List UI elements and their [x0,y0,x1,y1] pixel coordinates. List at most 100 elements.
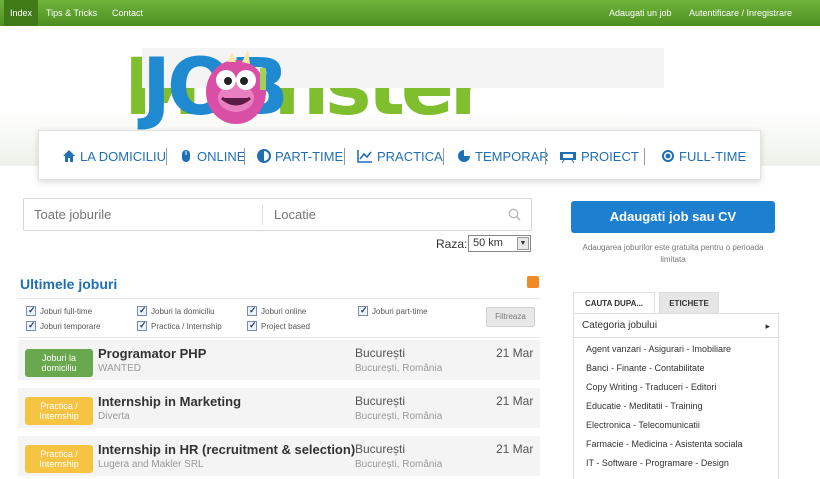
filter-label: Joburi la domiciliu [151,307,215,316]
chart-icon [357,150,372,163]
category-list-item[interactable]: Educatie - Meditatii - Training [586,401,703,411]
category-label: ONLINE [197,149,246,164]
projector-icon [560,152,576,163]
divider [344,148,345,165]
filter-temporare[interactable]: Joburi temporare [26,320,101,333]
filter-full-time[interactable]: Joburi full-time [26,305,93,318]
category-list-item[interactable]: Agent vanzari - Asigurari - Imobiliare [586,344,731,354]
sidebar-tabs: CAUTA DUPA... ETICHETE [573,292,779,314]
job-company: WANTED [98,363,141,374]
category-la-domiciliu[interactable]: LA DOMICILIU [62,148,166,166]
category-part-time[interactable]: PART-TIME [257,148,343,166]
filter-label: Practica / Internship [151,322,222,331]
job-title[interactable]: Internship in HR (recruitment & selectio… [98,442,355,457]
job-city: București [355,346,406,360]
job-type-badge: Joburi la domiciliu [25,349,93,377]
filter-online[interactable]: Joburi online [247,305,307,318]
divider [644,148,645,165]
category-full-time[interactable]: FULL-TIME [661,148,746,166]
category-list-item[interactable]: IT - Software - Programare - Design [586,458,729,468]
filter-label: Project based [261,322,310,331]
nav-tips-tricks[interactable]: Tips & Tricks [40,0,103,26]
filter-label: Joburi temporare [40,322,101,331]
category-online[interactable]: ONLINE [179,148,245,166]
divider [166,148,167,165]
checkbox-checked-icon[interactable] [358,305,368,316]
home-icon [63,150,75,162]
search-icon[interactable] [508,208,521,221]
divider [244,148,245,165]
job-date: 21 Mar [496,394,534,408]
chevron-down-icon[interactable]: ▼ [517,237,529,250]
latest-jobs-title: Ultimele joburi [20,276,118,292]
mouse-icon [182,150,190,162]
job-date: 21 Mar [496,346,534,360]
add-job-cv-button[interactable]: Adaugati job sau CV [571,201,775,233]
category-label: PART-TIME [275,149,344,164]
checkbox-checked-icon[interactable] [137,305,147,316]
filter-part-time[interactable]: Joburi part-time [358,305,428,318]
category-practica[interactable]: PRACTICA [357,148,443,166]
nav-index[interactable]: Index [4,0,39,26]
filter-label: Joburi online [261,307,307,316]
category-list-item[interactable]: Banci - Finante - Contabilitate [586,363,705,373]
checkbox-checked-icon[interactable] [26,305,36,316]
radius-label: Raza: [436,237,468,251]
filter-label: Joburi full-time [40,307,93,316]
divider [262,205,263,225]
filter-button[interactable]: Filtreaza [486,307,535,327]
divider [443,148,444,165]
nav-add-job[interactable]: Adaugati un job [603,0,678,26]
job-company: Lugera and Makler SRL [98,459,204,470]
search-box [23,198,532,231]
category-select-label: Categoria jobului [582,320,658,331]
category-bar: LA DOMICILIU ONLINE PART-TIME PRACTICA T… [38,130,761,180]
filter-label: Joburi part-time [372,307,428,316]
job-row[interactable]: Joburi la domiciliu Programator PHP WANT… [18,340,540,380]
category-list: Agent vanzari - Asigurari - Imobiliare B… [573,339,779,479]
top-navigation-bar: Index Tips & Tricks Contact Adaugati un … [0,0,820,26]
radius-select[interactable]: 50 km ▼ [468,235,531,252]
job-title[interactable]: Internship in Marketing [98,394,241,409]
category-list-item[interactable]: Copy Writing - Traduceri - Editori [586,382,716,392]
chevron-right-icon: ▸ [765,321,770,331]
checkbox-checked-icon[interactable] [247,305,257,316]
filter-project-based[interactable]: Project based [247,320,310,333]
category-temporar[interactable]: TEMPORAR [457,148,549,166]
job-filters: Joburi full-time Joburi la domiciliu Job… [18,298,540,338]
nav-login-register[interactable]: Autentificare / Inregistrare [683,0,798,26]
job-title[interactable]: Programator PHP [98,346,206,361]
category-label: TEMPORAR [475,149,549,164]
filter-la-domiciliu[interactable]: Joburi la domiciliu [137,305,215,318]
job-search-input[interactable] [24,199,260,230]
rss-icon[interactable] [527,276,539,288]
tab-etichete[interactable]: ETICHETE [659,292,719,314]
nav-contact[interactable]: Contact [106,0,149,26]
location-input[interactable] [264,199,504,230]
site-logo[interactable]: JOBM nster [124,48,664,128]
job-date: 21 Mar [496,442,534,456]
job-region: București, România [355,363,443,374]
pie-icon [458,150,470,162]
category-select[interactable]: Categoria jobului ▸ [573,313,779,338]
category-list-item[interactable]: Farmacie - Medicina - Asistenta sociala [586,439,743,449]
category-list-item[interactable]: Electronica - Telecomunicatii [586,420,700,430]
half-circle-icon [257,149,271,163]
job-city: București [355,394,406,408]
monster-mascot-icon [198,48,274,124]
filter-practica-internship[interactable]: Practica / Internship [137,320,222,333]
job-region: București, România [355,411,443,422]
checkbox-checked-icon[interactable] [26,320,36,331]
tab-cauta-dupa[interactable]: CAUTA DUPA... [573,292,655,314]
add-job-note: Adaugarea joburilor este gratuita pentru… [582,243,764,264]
job-row[interactable]: Practica / Internship Internship in HR (… [18,436,540,476]
checkbox-checked-icon[interactable] [247,320,257,331]
checkbox-checked-icon[interactable] [137,320,147,331]
radius-value: 50 km [473,237,503,249]
category-proiect[interactable]: PROIECT [559,148,639,166]
divider [545,148,546,165]
category-label: FULL-TIME [679,149,747,164]
job-row[interactable]: Practica / Internship Internship in Mark… [18,388,540,428]
job-region: București, România [355,459,443,470]
job-city: București [355,442,406,456]
